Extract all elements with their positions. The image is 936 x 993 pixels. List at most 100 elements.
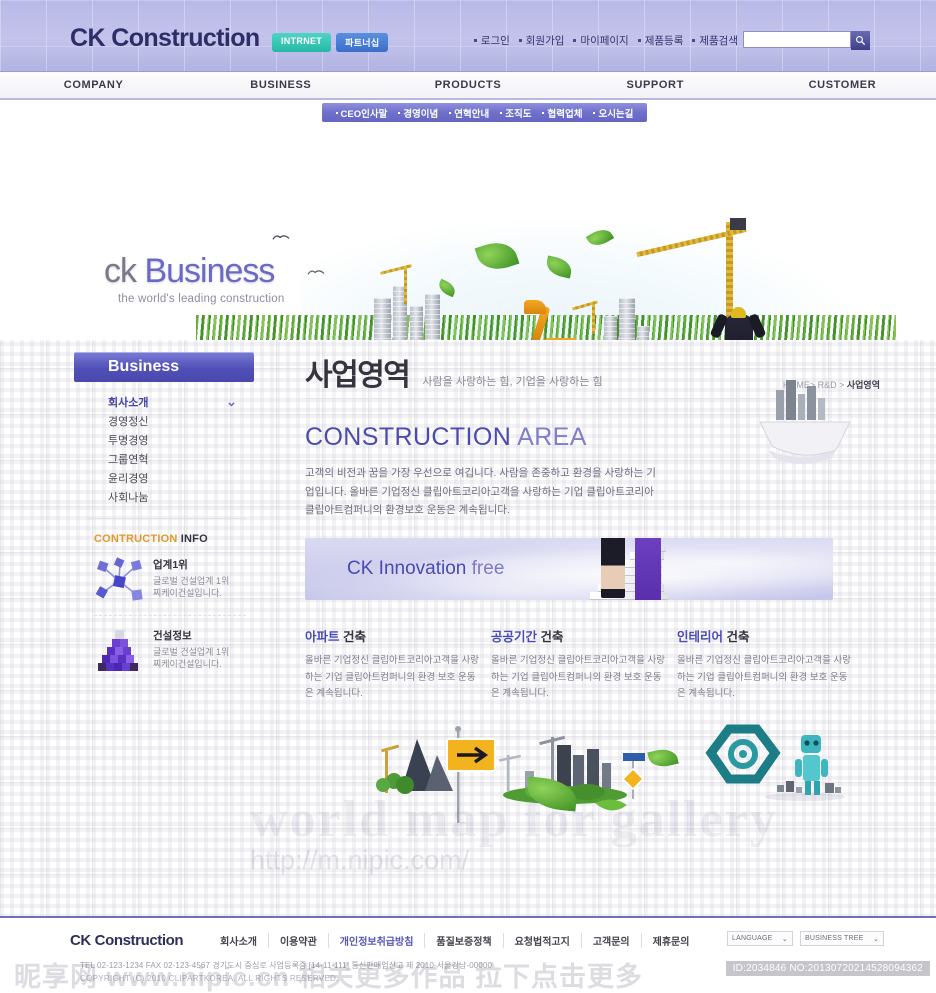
chevron-down-icon: ⌄ bbox=[872, 935, 879, 943]
nav-item-company[interactable]: COMPANY bbox=[0, 79, 187, 91]
footer-top-row: CK Construction 회사소개 이용약관 개인정보취급방침 품질보증정… bbox=[0, 918, 936, 949]
search-button[interactable] bbox=[851, 31, 870, 50]
sub-navigation: CEO인사말 경영이념 연혁안내 조직도 협력업체 오시는길 bbox=[322, 103, 647, 122]
feature-column-apartment: 아파트 건축 올바른 기업정신 클립아트코리아고객을 사랑하는 기업 클립아트컴… bbox=[305, 626, 481, 703]
construction-info-heading-rest: INFO bbox=[180, 533, 208, 545]
search-icon bbox=[856, 36, 866, 46]
feature-columns: 아파트 건축 올바른 기업정신 클립아트코리아고객을 사랑하는 기업 클립아트컴… bbox=[305, 626, 880, 703]
feature-body: 올바른 기업정신 클립아트코리아고객을 사랑하는 기업 클립아트컴퍼니의 환경 … bbox=[305, 655, 479, 700]
hero-title: ck Business bbox=[104, 252, 275, 291]
construction-info-heading: CONTRUCTION INFO bbox=[94, 533, 256, 545]
sidebar-item-label: 회사소개 bbox=[108, 396, 149, 409]
bullet-icon bbox=[692, 39, 696, 42]
language-select-label: LANGUAGE bbox=[732, 935, 773, 942]
page-title: 사업영역 bbox=[305, 359, 411, 392]
feature-body: 올바른 기업정신 클립아트코리아고객을 사랑하는 기업 클립아트컴퍼니의 환경 … bbox=[677, 655, 851, 700]
footer-link-terms[interactable]: 이용약관 bbox=[269, 933, 329, 948]
sidebar-item-label: 그룹연혁 bbox=[108, 453, 149, 466]
info-item-title: 업계1위 bbox=[153, 559, 188, 571]
innovation-banner-light: free bbox=[471, 558, 505, 580]
bullet-icon bbox=[637, 39, 641, 42]
sidebar-heading: Business bbox=[74, 352, 254, 382]
construction-area-heading-light: AREA bbox=[517, 423, 587, 451]
feature-title-accent: 아파트 bbox=[305, 630, 340, 645]
sidebar-item-label: 윤리경영 bbox=[108, 472, 149, 485]
footer-copyright: COPYRIGHT (C) 2010 CLIPARTKOREA. ALL RIG… bbox=[80, 974, 339, 983]
building-icon bbox=[374, 298, 391, 340]
innovation-banner-main: CK Innovation bbox=[347, 558, 467, 580]
utility-nav-product-search[interactable]: 제품검색 bbox=[692, 33, 738, 48]
crane-mast-icon bbox=[404, 268, 407, 304]
hero-title-main: Business bbox=[144, 252, 275, 290]
badge-intranet[interactable]: INTRNET bbox=[272, 33, 332, 52]
nav-item-business[interactable]: BUSINESS bbox=[187, 79, 374, 91]
feature-illustrations bbox=[305, 721, 880, 831]
site-header: CK Construction INTRNET 파트너십 로그인 회원가입 마이… bbox=[0, 0, 936, 72]
sidebar-item-transparent-management[interactable]: 투명경영 bbox=[108, 430, 256, 449]
feature-title-rest: 건축 bbox=[343, 630, 367, 645]
utility-nav-signup-label: 회원가입 bbox=[525, 35, 565, 47]
sidebar-menu: 회사소개 ⌄ 경영정신 투명경영 그룹연혁 윤리경영 사회나눔 bbox=[74, 392, 256, 506]
blocks-pyramid-icon bbox=[94, 628, 144, 676]
excavator-bucket-icon bbox=[524, 300, 546, 314]
innovation-banner[interactable]: CK Innovation free bbox=[305, 538, 833, 601]
info-item-desc: 글로벌 건설업계 1위 찌케이건설입니다. bbox=[153, 647, 230, 670]
nav-item-products[interactable]: PRODUCTS bbox=[374, 79, 561, 91]
feature-body: 올바른 기업정신 클립아트코리아고객을 사랑하는 기업 클립아트컴퍼니의 환경 … bbox=[491, 655, 665, 700]
subnav-item-philosophy[interactable]: 경영이념 bbox=[398, 106, 438, 120]
sidebar: Business 회사소개 ⌄ 경영정신 투명경영 그룹연혁 윤리경영 사회나눔… bbox=[74, 352, 256, 676]
subnav-item-org-chart[interactable]: 조직도 bbox=[500, 106, 531, 120]
subnav-item-directions[interactable]: 오시는길 bbox=[593, 106, 633, 120]
building-icon bbox=[637, 326, 649, 340]
feature-column-public: 공공기간 건축 올바른 기업정신 클립아트코리아고객을 사랑하는 기업 클립아트… bbox=[491, 626, 667, 703]
badge-partnership[interactable]: 파트너십 bbox=[336, 33, 389, 52]
footer-link-quality-policy[interactable]: 품질보증정책 bbox=[425, 933, 504, 948]
bullet-icon bbox=[398, 111, 401, 114]
info-item-industry-first[interactable]: 업계1위 글로벌 건설업계 1위 찌케이건설입니다. bbox=[94, 557, 256, 605]
subnav-item-partners[interactable]: 협력업체 bbox=[542, 106, 582, 120]
language-select[interactable]: LANGUAGE ⌄ bbox=[727, 931, 793, 946]
bullet-icon bbox=[542, 111, 545, 114]
sidebar-item-ethics[interactable]: 윤리경영 bbox=[108, 468, 256, 487]
bird-icon bbox=[307, 270, 325, 275]
page-root: CK Construction INTRNET 파트너십 로그인 회원가입 마이… bbox=[0, 0, 936, 993]
construction-area-body: 고객의 비전과 꿈을 가장 우선으로 여깁니다. 사람을 존중하고 환경을 사랑… bbox=[305, 467, 656, 517]
sidebar-item-group-history[interactable]: 그룹연혁 bbox=[108, 449, 256, 468]
subnav-item-ceo-greeting[interactable]: CEO인사말 bbox=[335, 106, 388, 120]
info-item-title: 건설정보 bbox=[153, 630, 192, 642]
subnav-item-history[interactable]: 연혁안내 bbox=[449, 106, 489, 120]
site-logo[interactable]: CK Construction bbox=[70, 24, 260, 53]
page-body: Business 회사소개 ⌄ 경영정신 투명경영 그룹연혁 윤리경영 사회나눔… bbox=[0, 340, 936, 905]
utility-nav-signup[interactable]: 회원가입 bbox=[518, 33, 565, 48]
info-divider bbox=[94, 615, 246, 616]
footer-link-company-intro[interactable]: 회사소개 bbox=[209, 933, 269, 948]
utility-nav: 로그인 회원가입 마이페이지 제품등록 제품검색 bbox=[473, 33, 738, 48]
info-item-construction-info[interactable]: 건설정보 글로벌 건설업계 1위 찌케이건설입니다. bbox=[94, 628, 256, 676]
utility-nav-login[interactable]: 로그인 bbox=[473, 33, 510, 48]
building-icon bbox=[425, 294, 440, 340]
info-item-desc: 글로벌 건설업계 1위 찌케이건설입니다. bbox=[153, 576, 230, 599]
nav-item-support[interactable]: SUPPORT bbox=[562, 79, 749, 91]
subnav-label: CEO인사말 bbox=[340, 108, 388, 120]
footer-link-privacy-policy[interactable]: 개인정보취급방침 bbox=[329, 933, 426, 948]
hero-tagline: the world's leading construction bbox=[118, 293, 285, 305]
footer-selects: LANGUAGE ⌄ BUSINESS TREE ⌄ bbox=[727, 931, 884, 946]
sidebar-item-company-intro[interactable]: 회사소개 ⌄ bbox=[108, 392, 256, 411]
network-nodes-icon bbox=[94, 557, 144, 605]
main-navigation: COMPANY BUSINESS PRODUCTS SUPPORT CUSTOM… bbox=[0, 72, 936, 100]
footer-link-legal-notice[interactable]: 요청법적고지 bbox=[504, 933, 582, 948]
bullet-icon bbox=[449, 111, 452, 114]
utility-nav-login-label: 로그인 bbox=[480, 35, 510, 47]
footer-link-partnership-inquiry[interactable]: 제휴문의 bbox=[642, 933, 701, 948]
nav-item-customer[interactable]: CUSTOMER bbox=[749, 79, 936, 91]
ship-buildings-icon bbox=[759, 380, 851, 464]
business-tree-select[interactable]: BUSINESS TREE ⌄ bbox=[800, 931, 884, 946]
sidebar-item-management-spirit[interactable]: 경영정신 bbox=[108, 411, 256, 430]
header-badges: INTRNET 파트너십 bbox=[272, 33, 389, 52]
utility-nav-product-register[interactable]: 제품등록 bbox=[637, 33, 683, 48]
utility-nav-mypage[interactable]: 마이페이지 bbox=[573, 33, 629, 48]
feature-title: 공공기간 건축 bbox=[491, 626, 667, 645]
footer-link-customer-inquiry[interactable]: 고객문의 bbox=[582, 933, 642, 948]
search-input[interactable] bbox=[743, 31, 851, 48]
sidebar-item-social-sharing[interactable]: 사회나눔 bbox=[108, 487, 256, 506]
